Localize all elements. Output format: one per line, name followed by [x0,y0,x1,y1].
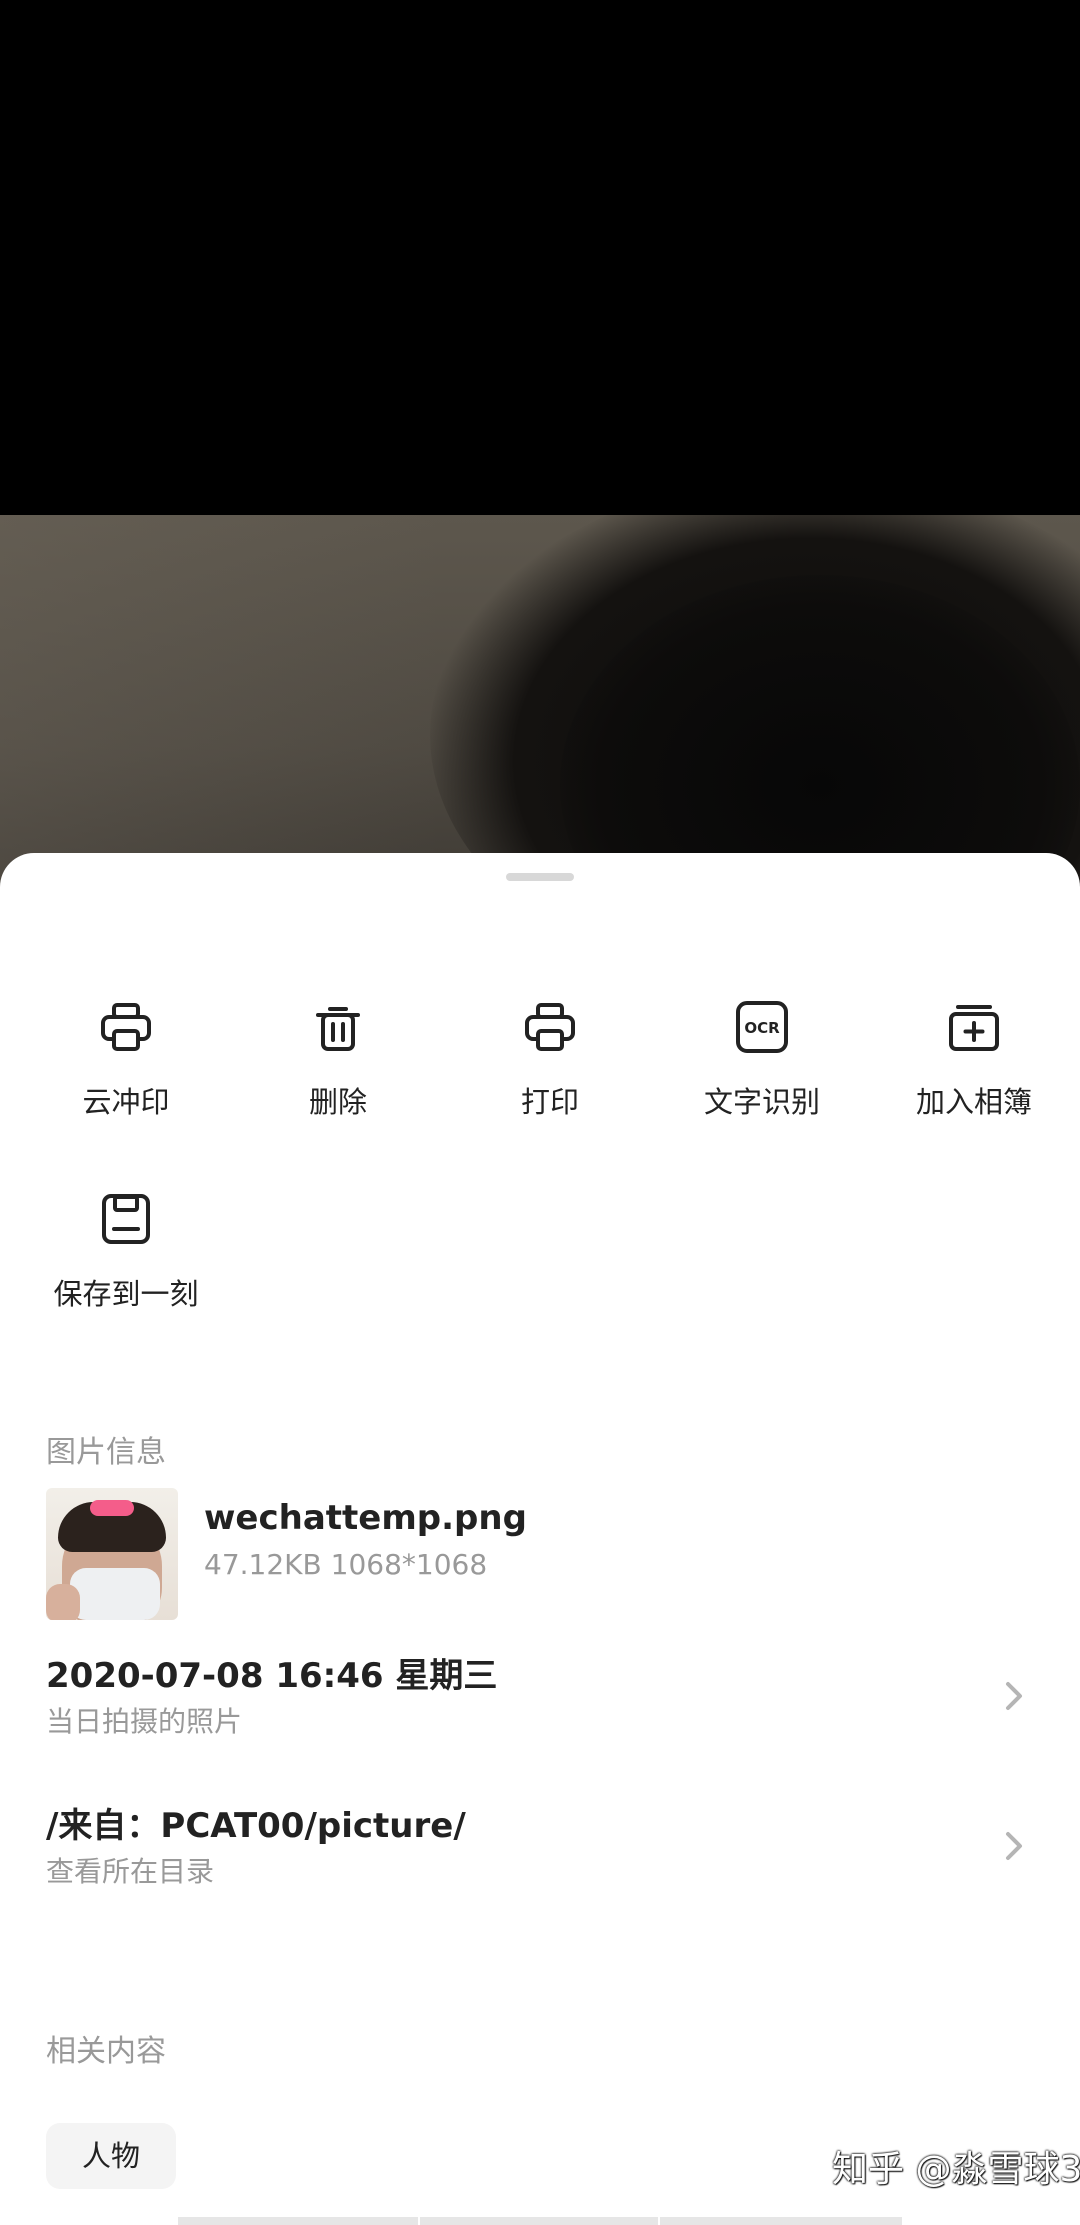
save-floppy-icon [102,1194,150,1244]
photo-viewer[interactable] [0,0,1080,900]
source-folder-caption: 查看所在目录 [46,1855,215,1888]
save-to-yike-label: 保存到一刻 [53,1277,199,1311]
watermark: 知乎 @淼雪球34 [832,2149,1080,2190]
chevron-right-icon [1006,1832,1022,1860]
capture-date: 2020-07-08 16:46 星期三 [46,1656,498,1696]
delete-label: 删除 [308,1085,367,1119]
drag-handle[interactable] [506,873,574,881]
related-content-heading: 相关内容 [46,2034,166,2069]
capture-date-caption: 当日拍摄的照片 [46,1705,243,1738]
cloud-print-label: 云冲印 [82,1085,170,1119]
printer-icon [525,1003,575,1051]
info-bottom-sheet: 云冲印 删除 打印 OCR 文字识别 加入相簿 保存到一刻 图片信息 wecha… [0,853,1080,2225]
trash-icon [316,1007,360,1051]
add-to-album-button[interactable]: 加入相簿 [868,999,1080,1149]
ocr-icon: OCR [736,1001,788,1053]
add-to-album-label: 加入相簿 [915,1085,1032,1119]
cloud-print-button[interactable]: 云冲印 [20,999,232,1149]
tag-person-chip[interactable]: 人物 [46,2123,176,2189]
chevron-right-icon [1006,1682,1022,1710]
file-meta: 47.12KB 1068*1068 [204,1548,488,1581]
photo-image [0,515,1080,900]
add-to-album-icon [949,1005,999,1051]
delete-button[interactable]: 删除 [232,999,444,1149]
print-label: 打印 [520,1085,579,1119]
print-button[interactable]: 打印 [444,999,656,1149]
capture-date-row[interactable]: 2020-07-08 16:46 星期三 当日拍摄的照片 [0,1648,1080,1768]
text-recognition-label: 文字识别 [703,1085,820,1119]
bottom-divider [178,2217,902,2225]
text-recognition-button[interactable]: OCR 文字识别 [656,999,868,1149]
printer-icon [101,1003,151,1051]
file-name: wechattemp.png [204,1498,527,1538]
source-folder-row[interactable]: /来自：PCAT00/picture/ 查看所在目录 [0,1798,1080,1918]
ocr-icon-text: OCR [744,1019,780,1037]
source-folder: /来自：PCAT00/picture/ [46,1806,466,1846]
image-thumbnail[interactable] [46,1488,178,1620]
save-to-yike-button[interactable]: 保存到一刻 [20,1191,232,1341]
image-info-heading: 图片信息 [46,1435,166,1470]
